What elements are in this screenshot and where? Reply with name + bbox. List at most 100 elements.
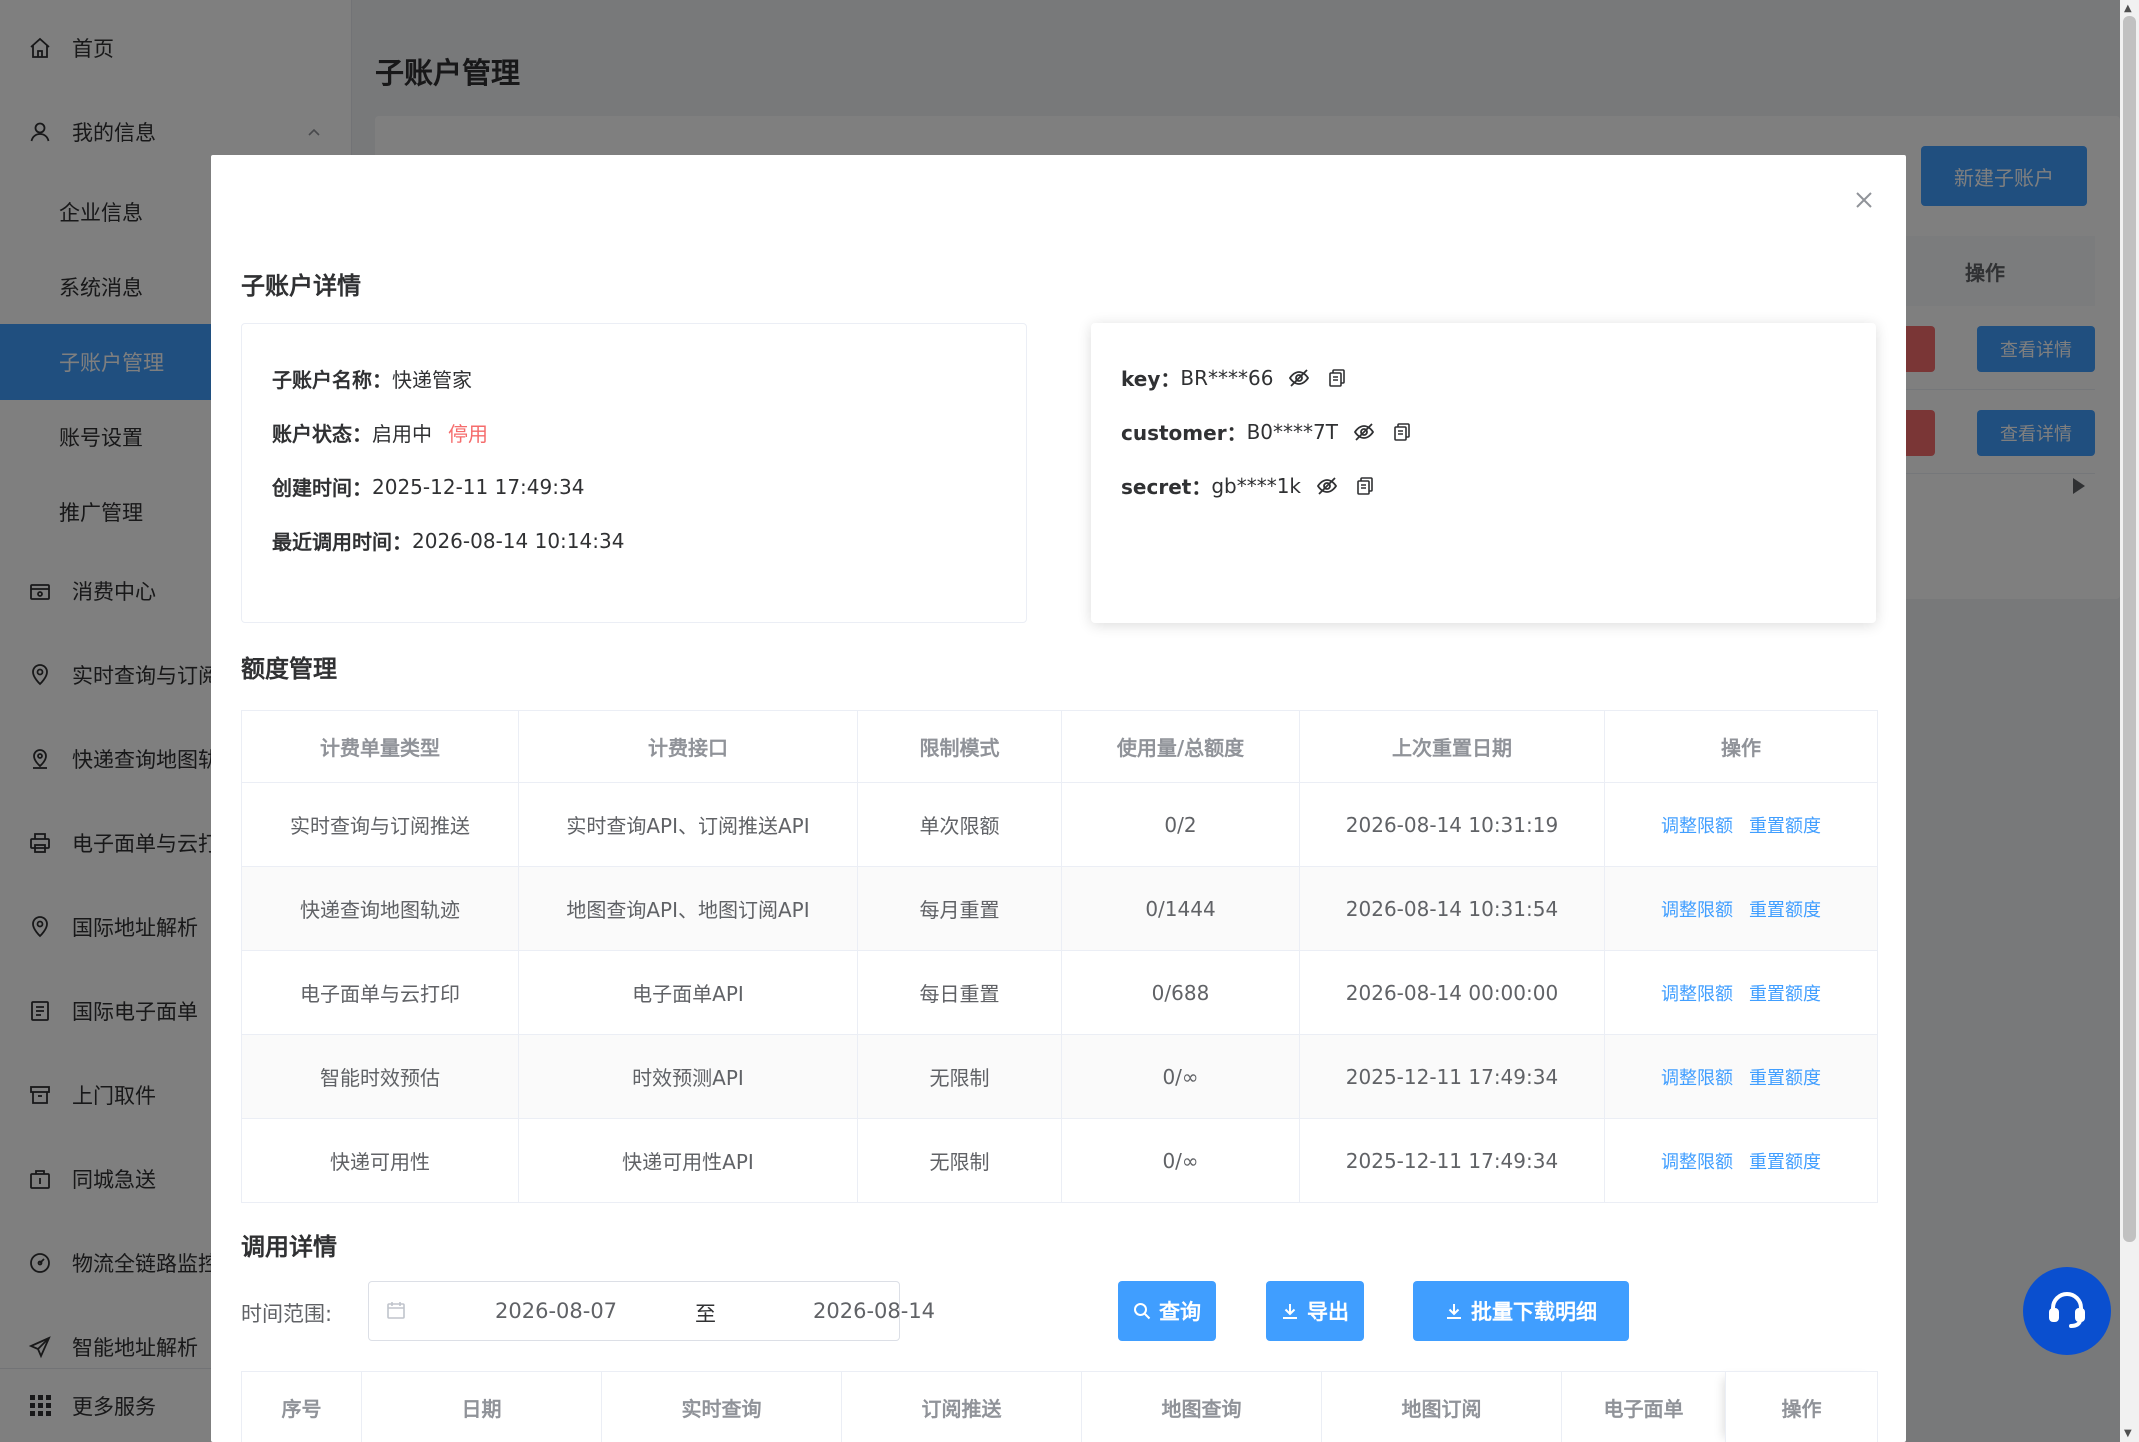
column-header: 日期 xyxy=(361,1371,602,1442)
table-cell-actions: 调整限额 重置额度 xyxy=(1604,1034,1878,1119)
table-row: 电子面单与云打印 电子面单API 每日重置 0/688 2026-08-14 0… xyxy=(241,950,1878,1035)
table-cell: 快递查询地图轨迹 xyxy=(241,866,519,951)
reset-quota-link[interactable]: 重置额度 xyxy=(1749,1068,1821,1089)
table-cell: 实时查询API、订阅推送API xyxy=(518,782,858,867)
account-status-label: 账户状态： xyxy=(272,422,372,446)
credential-secret-row: secret： gb****1k xyxy=(1121,471,1377,500)
calls-section-title: 调用详情 xyxy=(241,1233,337,1261)
account-name-label: 子账户名称： xyxy=(272,368,392,392)
adjust-limit-link[interactable]: 调整限额 xyxy=(1661,984,1733,1005)
date-range-picker[interactable]: 2026-08-07 至 2026-08-14 xyxy=(368,1281,935,1341)
column-header: 实时查询 xyxy=(601,1371,842,1442)
table-cell: 2026-08-14 10:31:54 xyxy=(1299,866,1605,951)
table-cell: 快递可用性API xyxy=(518,1118,858,1203)
last-call-value: 2026-08-14 10:14:34 xyxy=(412,528,625,553)
export-button[interactable]: 导出 xyxy=(1266,1281,1364,1341)
query-button-label: 查询 xyxy=(1159,1300,1201,1324)
page-scrollbar[interactable]: ▲ ▼ xyxy=(2120,0,2139,1442)
table-cell: 2025-12-11 17:49:34 xyxy=(1299,1118,1605,1203)
table-cell: 0/1444 xyxy=(1061,866,1300,951)
reset-quota-link[interactable]: 重置额度 xyxy=(1749,1152,1821,1173)
table-cell: 0/2 xyxy=(1061,782,1300,867)
range-separator: 至 xyxy=(695,1302,716,1326)
sub-account-detail-dialog: 子账户详情 子账户名称： 快递管家 账户状态： 启用中 停用 创建时间： 202… xyxy=(211,155,1906,1442)
eye-off-icon[interactable] xyxy=(1287,366,1311,390)
export-button-label: 导出 xyxy=(1307,1300,1349,1324)
adjust-limit-link[interactable]: 调整限额 xyxy=(1661,816,1733,837)
table-cell: 无限制 xyxy=(857,1034,1062,1119)
credential-value: gb****1k xyxy=(1211,473,1302,498)
table-cell: 智能时效预估 xyxy=(241,1034,519,1119)
quota-table: 计费单量类型 计费接口 限制模式 使用量/总额度 上次重置日期 操作 实时查询与… xyxy=(241,710,1878,1203)
column-header: 序号 xyxy=(241,1371,362,1442)
table-cell: 电子面单与云打印 xyxy=(241,950,519,1035)
eye-off-icon[interactable] xyxy=(1315,474,1339,498)
start-date-input[interactable]: 2026-08-07 xyxy=(495,1299,665,1323)
quota-section-title: 额度管理 xyxy=(241,655,337,683)
column-header: 限制模式 xyxy=(857,710,1062,783)
adjust-limit-link[interactable]: 调整限额 xyxy=(1661,1152,1733,1173)
query-button[interactable]: 查询 xyxy=(1118,1281,1216,1341)
scrollbar-thumb[interactable] xyxy=(2123,16,2136,1242)
adjust-limit-link[interactable]: 调整限额 xyxy=(1661,1068,1733,1089)
table-cell: 2026-08-14 00:00:00 xyxy=(1299,950,1605,1035)
last-call-row: 最近调用时间： 2026-08-14 10:14:34 xyxy=(272,526,624,555)
table-cell: 地图查询API、地图订阅API xyxy=(518,866,858,951)
created-time-row: 创建时间： 2025-12-11 17:49:34 xyxy=(272,472,584,501)
table-cell: 电子面单API xyxy=(518,950,858,1035)
eye-off-icon[interactable] xyxy=(1352,420,1376,444)
credential-label: customer： xyxy=(1121,421,1247,445)
credential-label: secret： xyxy=(1121,475,1212,499)
end-date-input[interactable]: 2026-08-14 xyxy=(813,1299,983,1323)
account-name-value: 快递管家 xyxy=(392,368,472,392)
table-cell-actions: 调整限额 重置额度 xyxy=(1604,950,1878,1035)
call-details-table: 序号 日期 实时查询 订阅推送 地图查询 地图订阅 电子面单 操作 xyxy=(241,1371,1878,1442)
table-row: 快递可用性 快递可用性API 无限制 0/∞ 2025-12-11 17:49:… xyxy=(241,1118,1878,1203)
credential-customer-row: customer： B0****7T xyxy=(1121,417,1414,446)
column-header: 操作 xyxy=(1604,710,1878,783)
copy-icon[interactable] xyxy=(1390,420,1414,444)
table-cell: 0/∞ xyxy=(1061,1118,1300,1203)
credential-key-row: key： BR****66 xyxy=(1121,363,1349,392)
close-icon[interactable] xyxy=(1851,187,1877,213)
last-call-label: 最近调用时间： xyxy=(272,530,412,554)
column-header: 计费单量类型 xyxy=(241,710,519,783)
table-cell-actions: 调整限额 重置额度 xyxy=(1604,1118,1878,1203)
time-range-label: 时间范围: xyxy=(241,1302,333,1326)
batch-download-button[interactable]: 批量下载明细 xyxy=(1413,1281,1629,1341)
table-cell: 0/688 xyxy=(1061,950,1300,1035)
column-header: 操作 xyxy=(1725,1371,1878,1442)
copy-icon[interactable] xyxy=(1353,474,1377,498)
account-status-row: 账户状态： 启用中 停用 xyxy=(272,418,488,447)
account-info-card: 子账户名称： 快递管家 账户状态： 启用中 停用 创建时间： 2025-12-1… xyxy=(241,323,1027,623)
table-cell: 无限制 xyxy=(857,1118,1062,1203)
download-icon xyxy=(1445,1302,1463,1320)
copy-icon[interactable] xyxy=(1325,366,1349,390)
credentials-card: key： BR****66 customer： B0****7T secret：… xyxy=(1091,323,1876,623)
column-header: 地图订阅 xyxy=(1321,1371,1562,1442)
call-details-table-header: 序号 日期 实时查询 订阅推送 地图查询 地图订阅 电子面单 操作 xyxy=(241,1371,1878,1442)
quota-table-header: 计费单量类型 计费接口 限制模式 使用量/总额度 上次重置日期 操作 xyxy=(241,710,1878,783)
column-header: 电子面单 xyxy=(1561,1371,1726,1442)
customer-service-button[interactable] xyxy=(2023,1267,2111,1355)
created-time-value: 2025-12-11 17:49:34 xyxy=(372,474,585,499)
table-row: 快递查询地图轨迹 地图查询API、地图订阅API 每月重置 0/1444 202… xyxy=(241,866,1878,951)
headset-icon xyxy=(2044,1286,2090,1336)
reset-quota-link[interactable]: 重置额度 xyxy=(1749,816,1821,837)
search-icon xyxy=(1133,1302,1151,1320)
column-header: 使用量/总额度 xyxy=(1061,710,1300,783)
created-time-label: 创建时间： xyxy=(272,476,372,500)
credential-value: B0****7T xyxy=(1246,419,1338,444)
table-cell: 单次限额 xyxy=(857,782,1062,867)
account-name-row: 子账户名称： 快递管家 xyxy=(272,364,472,393)
scroll-down-icon[interactable]: ▼ xyxy=(2124,1428,2132,1439)
reset-quota-link[interactable]: 重置额度 xyxy=(1749,984,1821,1005)
dialog-title: 子账户详情 xyxy=(241,272,361,300)
table-cell: 2025-12-11 17:49:34 xyxy=(1299,1034,1605,1119)
table-cell: 快递可用性 xyxy=(241,1118,519,1203)
disable-account-link[interactable]: 停用 xyxy=(448,418,488,447)
scroll-up-icon[interactable]: ▲ xyxy=(2124,3,2132,14)
adjust-limit-link[interactable]: 调整限额 xyxy=(1661,900,1733,921)
reset-quota-link[interactable]: 重置额度 xyxy=(1749,900,1821,921)
calendar-icon xyxy=(386,1300,406,1324)
